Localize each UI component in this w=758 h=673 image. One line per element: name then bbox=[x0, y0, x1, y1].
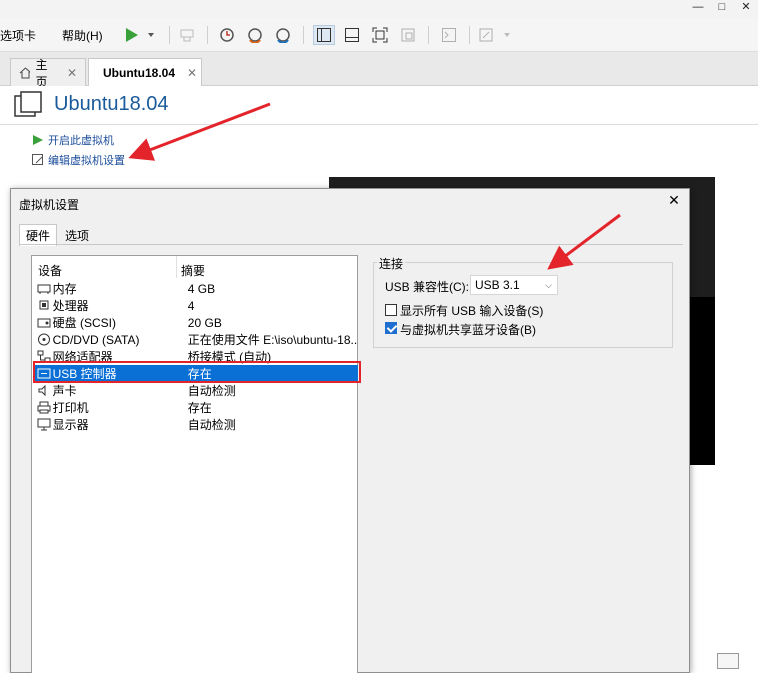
harddisk-icon bbox=[37, 318, 51, 328]
close-icon[interactable]: ✕ bbox=[67, 66, 77, 80]
device-row[interactable]: 声卡 自动检测 bbox=[33, 382, 358, 399]
device-summary: 存在 bbox=[187, 401, 212, 415]
close-icon[interactable]: ✕ bbox=[187, 66, 197, 80]
device-row[interactable]: 打印机 存在 bbox=[33, 399, 358, 416]
device-summary: 4 GB bbox=[187, 281, 216, 296]
clock-revert-icon bbox=[248, 28, 262, 43]
stretch-guest-button[interactable] bbox=[478, 25, 514, 45]
edit-vm-settings-link[interactable]: 编辑虚拟机设置 bbox=[32, 152, 125, 168]
usb-compat-label: USB 兼容性(C): bbox=[385, 280, 470, 294]
home-icon bbox=[19, 66, 30, 78]
vm-large-icon bbox=[14, 91, 42, 117]
device-column-header[interactable]: 设备 bbox=[38, 262, 62, 279]
vm-settings-dialog: 虚拟机设置 ✕ 硬件 选项 设备 摘要 内存 4 GB 处理器 4 硬盘 (SCSI) 2… bbox=[10, 188, 690, 673]
display-icon bbox=[37, 418, 51, 431]
power-on-button[interactable] bbox=[122, 25, 156, 45]
menu-tabs[interactable]: 选项卡 bbox=[0, 27, 36, 44]
vm-header: Ubuntu18.04 bbox=[14, 91, 169, 117]
sidebar-layout-icon bbox=[317, 28, 331, 42]
show-all-usb-checkbox[interactable] bbox=[385, 304, 397, 316]
tab-divider bbox=[19, 244, 683, 245]
stretch-icon bbox=[479, 28, 510, 42]
device-name: 显示器 bbox=[52, 418, 89, 432]
tab-bar: 主页 ✕ Ubuntu18.04 ✕ bbox=[0, 52, 758, 89]
share-bluetooth-label[interactable]: 与虚拟机共享蓝牙设备(B) bbox=[400, 321, 536, 338]
bottom-panel-icon bbox=[345, 28, 359, 42]
share-bluetooth-checkbox[interactable] bbox=[385, 322, 397, 334]
memory-icon bbox=[37, 284, 51, 294]
usb-compat-value: USB 3.1 bbox=[475, 278, 520, 292]
show-all-usb-label[interactable]: 显示所有 USB 输入设备(S) bbox=[400, 302, 543, 319]
unity-button[interactable] bbox=[397, 25, 419, 45]
device-summary: 4 bbox=[187, 298, 195, 313]
tab-ubuntu[interactable]: Ubuntu18.04 ✕ bbox=[88, 58, 202, 87]
tab-options[interactable]: 选项 bbox=[59, 225, 95, 245]
device-name: 声卡 bbox=[52, 384, 77, 398]
sound-icon bbox=[38, 384, 46, 397]
device-summary: 自动检测 bbox=[187, 418, 236, 432]
clock-manage-icon bbox=[276, 28, 290, 43]
edit-vm-settings-label: 编辑虚拟机设置 bbox=[48, 155, 125, 167]
summary-column-header[interactable]: 摘要 bbox=[181, 262, 205, 279]
snapshot-button[interactable] bbox=[216, 25, 238, 45]
usb-highlight-box bbox=[33, 361, 361, 383]
power-on-vm-link[interactable]: 开启此虚拟机 bbox=[32, 132, 114, 148]
console-view-button[interactable] bbox=[438, 25, 460, 45]
divider bbox=[0, 124, 758, 125]
send-keys-button[interactable] bbox=[176, 25, 198, 45]
dialog-close-button[interactable]: ✕ bbox=[665, 191, 683, 209]
menu-help[interactable]: 帮助(H) bbox=[62, 27, 103, 44]
snapshot-manager-button[interactable] bbox=[272, 25, 294, 45]
clock-icon bbox=[220, 28, 234, 42]
play-icon bbox=[33, 135, 43, 145]
power-on-vm-label: 开启此虚拟机 bbox=[48, 135, 114, 147]
device-row[interactable]: 内存 4 GB bbox=[33, 280, 358, 297]
vm-title: Ubuntu18.04 bbox=[54, 92, 169, 115]
device-row[interactable]: 硬盘 (SCSI) 20 GB bbox=[33, 314, 358, 331]
connection-group-label: 连接 bbox=[377, 255, 406, 272]
window-titlebar: — □ ✕ bbox=[0, 0, 758, 18]
cd-icon bbox=[38, 333, 50, 346]
fullscreen-icon bbox=[372, 27, 388, 43]
device-name: CD/DVD (SATA) bbox=[52, 332, 140, 347]
device-row[interactable]: 显示器 自动检测 bbox=[33, 416, 358, 433]
edit-settings-icon bbox=[32, 154, 43, 165]
tab-home-label: 主页 bbox=[35, 57, 48, 89]
device-summary: 自动检测 bbox=[187, 384, 236, 398]
status-indicator bbox=[717, 653, 739, 669]
revert-snapshot-button[interactable] bbox=[244, 25, 266, 45]
tab-ubuntu-label: Ubuntu18.04 bbox=[103, 66, 176, 80]
close-window-button[interactable]: ✕ bbox=[732, 0, 758, 16]
fullscreen-button[interactable] bbox=[369, 25, 391, 45]
tab-hardware[interactable]: 硬件 bbox=[19, 224, 58, 246]
device-summary: 正在使用文件 E:\iso\ubuntu-18.... bbox=[187, 333, 358, 347]
dialog-title: 虚拟机设置 bbox=[19, 198, 80, 212]
chevron-down-icon: ⌵ bbox=[545, 280, 552, 290]
device-summary: 20 GB bbox=[187, 315, 222, 330]
device-name: 硬盘 (SCSI) bbox=[52, 316, 116, 330]
tab-home[interactable]: 主页 ✕ bbox=[10, 58, 86, 89]
terminal-icon bbox=[442, 28, 456, 42]
device-name: 打印机 bbox=[52, 401, 89, 415]
device-list[interactable]: 设备 摘要 内存 4 GB 处理器 4 硬盘 (SCSI) 20 GB CD/DVD (SA… bbox=[31, 255, 358, 673]
device-name: 处理器 bbox=[52, 299, 89, 313]
device-row[interactable]: 处理器 4 bbox=[33, 297, 358, 314]
menubar: 选项卡 帮助(H) bbox=[0, 18, 758, 52]
device-name: 内存 bbox=[52, 282, 77, 296]
cpu-icon bbox=[39, 300, 49, 310]
thumbnail-bar-button[interactable] bbox=[341, 25, 363, 45]
play-icon bbox=[126, 28, 154, 42]
unity-icon bbox=[401, 28, 415, 42]
device-row[interactable]: CD/DVD (SATA) 正在使用文件 E:\iso\ubuntu-18.... bbox=[33, 331, 358, 348]
usb-compat-select[interactable]: USB 3.1 ⌵ bbox=[470, 275, 558, 295]
show-library-button[interactable] bbox=[313, 25, 335, 45]
keyboard-icon bbox=[180, 29, 194, 42]
printer-icon bbox=[37, 401, 51, 414]
